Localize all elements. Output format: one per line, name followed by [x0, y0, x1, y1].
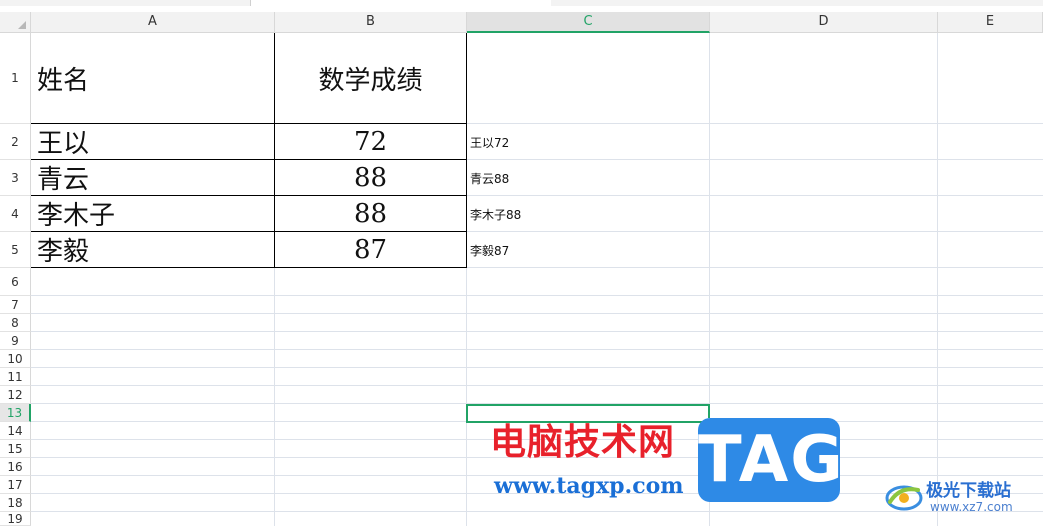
- cell-c4[interactable]: 李木子88: [467, 196, 710, 232]
- column-header-b[interactable]: B: [275, 12, 467, 33]
- watermark-url: www.tagxp.com: [494, 473, 684, 499]
- row-header-2[interactable]: 2: [0, 124, 31, 160]
- row-header-12[interactable]: 12: [0, 386, 31, 404]
- select-all-corner[interactable]: [0, 12, 31, 33]
- cell-a1[interactable]: 姓名: [31, 33, 275, 124]
- watermark-logo-site: www.xz7.com: [930, 500, 1013, 514]
- swirl-logo-icon: [885, 485, 923, 511]
- gridline-col: [937, 33, 938, 526]
- gridline-row: [31, 295, 1043, 296]
- cell-b5[interactable]: 87: [275, 232, 467, 268]
- cell-c5[interactable]: 李毅87: [467, 232, 710, 268]
- watermark-title: 电脑技术网: [490, 422, 676, 463]
- cell-b1[interactable]: 数学成绩: [275, 33, 467, 124]
- row-header-13[interactable]: 13: [0, 404, 31, 422]
- gridline-row: [31, 367, 1043, 368]
- watermark-tag-logo: TAG: [698, 418, 843, 502]
- cell-b3[interactable]: 88: [275, 160, 467, 196]
- row-header-7[interactable]: 7: [0, 296, 31, 314]
- row-header-8[interactable]: 8: [0, 314, 31, 332]
- row-header-18[interactable]: 18: [0, 494, 31, 512]
- row-header-9[interactable]: 9: [0, 332, 31, 350]
- row-header-16[interactable]: 16: [0, 458, 31, 476]
- watermark-site-logo: 极光下载站 www.xz7.com: [880, 474, 1040, 518]
- row-header-19[interactable]: 19: [0, 512, 31, 526]
- row-header-6[interactable]: 6: [0, 268, 31, 296]
- row-header-3[interactable]: 3: [0, 160, 31, 196]
- row-header-1[interactable]: 1: [0, 33, 31, 124]
- top-strip: [0, 0, 1043, 6]
- column-header-d[interactable]: D: [710, 12, 938, 33]
- cell-a2[interactable]: 王以: [31, 124, 275, 160]
- column-header-c[interactable]: C: [467, 12, 710, 33]
- gridline-row: [31, 385, 1043, 386]
- row-header-17[interactable]: 17: [0, 476, 31, 494]
- row-header-14[interactable]: 14: [0, 422, 31, 440]
- watermark-logo-name: 极光下载站: [926, 481, 1011, 501]
- sheet-tab-edge: [250, 0, 551, 6]
- row-header-5[interactable]: 5: [0, 232, 31, 268]
- column-header-e[interactable]: E: [938, 12, 1043, 33]
- cell-c2[interactable]: 王以72: [467, 124, 710, 160]
- cell-a3[interactable]: 青云: [31, 160, 275, 196]
- row-header-11[interactable]: 11: [0, 368, 31, 386]
- cell-b2[interactable]: 72: [275, 124, 467, 160]
- column-header-a[interactable]: A: [31, 12, 275, 33]
- cell-a4[interactable]: 李木子: [31, 196, 275, 232]
- gridline-row: [31, 313, 1043, 314]
- row-header-15[interactable]: 15: [0, 440, 31, 458]
- gridline-row: [31, 349, 1043, 350]
- row-header-4[interactable]: 4: [0, 196, 31, 232]
- cell-a5[interactable]: 李毅: [31, 232, 275, 268]
- cell-c3[interactable]: 青云88: [467, 160, 710, 196]
- row-header-10[interactable]: 10: [0, 350, 31, 368]
- select-all-triangle-icon: [18, 21, 26, 29]
- cell-b4[interactable]: 88: [275, 196, 467, 232]
- gridline-row: [31, 331, 1043, 332]
